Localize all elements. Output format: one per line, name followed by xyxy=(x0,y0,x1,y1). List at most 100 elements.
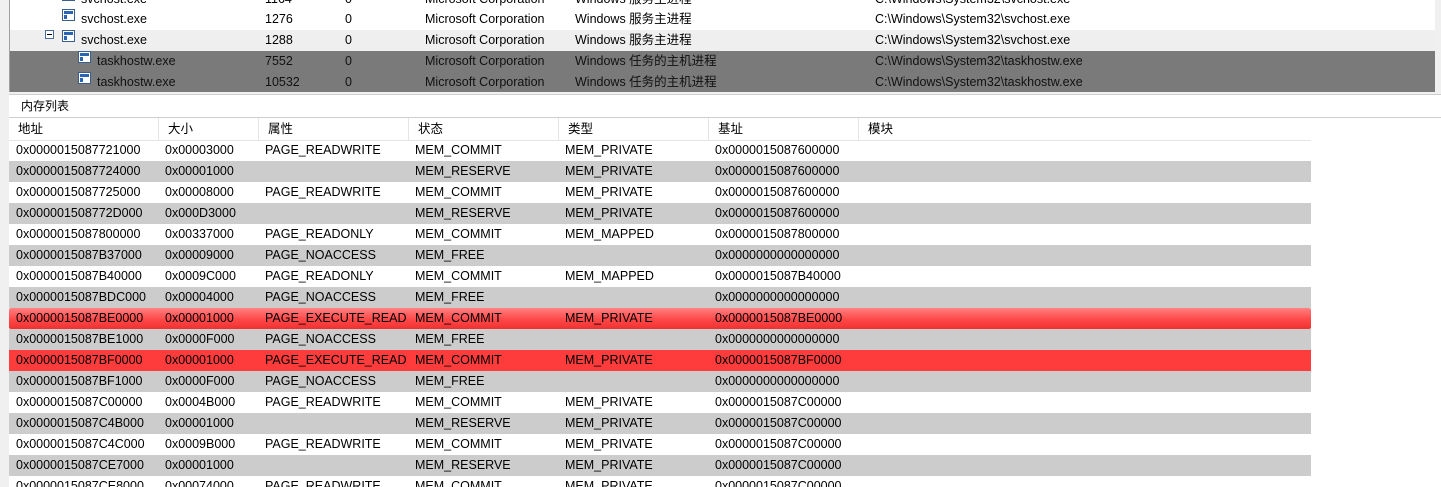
cell-address: 0x0000015087C4B000 xyxy=(16,416,144,430)
cell-state: MEM_RESERVE xyxy=(415,458,511,472)
cell-state: MEM_COMMIT xyxy=(415,353,502,367)
cell-base: 0x0000015087C00000 xyxy=(715,479,842,487)
column-header-module[interactable]: 模块 xyxy=(859,118,1311,140)
process-icon xyxy=(78,72,91,84)
cell-size: 0x00001000 xyxy=(165,353,234,367)
cell-address: 0x0000015087C4C000 xyxy=(16,437,145,451)
cell-base: 0x0000015087600000 xyxy=(715,143,840,157)
cell-address: 0x0000015087B37000 xyxy=(16,248,142,262)
cell-size: 0x0009B000 xyxy=(165,437,236,451)
process-company: Microsoft Corporation xyxy=(425,75,545,89)
table-row[interactable]: 0x0000015087C4C000 0x0009B000 PAGE_READWRI… xyxy=(9,434,1311,455)
process-description: Windows 服务主进程 xyxy=(575,33,692,47)
cell-base: 0x0000015087B40000 xyxy=(715,269,841,283)
process-row[interactable]: svchost.exe 1276 0 Microsoft Corporation… xyxy=(10,9,1441,30)
cell-protection: PAGE_NOACCESS xyxy=(265,290,376,304)
column-header-base[interactable]: 基址 xyxy=(709,118,859,140)
process-icon xyxy=(62,9,75,21)
cell-protection: PAGE_READWRITE xyxy=(265,437,381,451)
process-tree: svchost.exe 1164 0 Microsoft Corporation… xyxy=(9,0,1441,92)
table-row[interactable]: 0x0000015087C00000 0x0004B000 PAGE_READWRI… xyxy=(9,392,1311,413)
cell-state: MEM_COMMIT xyxy=(415,143,502,157)
table-row[interactable]: 0x0000015087CE7000 0x00001000 MEM_RESERVE M… xyxy=(9,455,1311,476)
cell-base: 0x0000015087BE0000 xyxy=(715,311,843,325)
cell-state: MEM_FREE xyxy=(415,332,485,346)
cell-size: 0x00001000 xyxy=(165,458,234,472)
cell-size: 0x00074000 xyxy=(165,479,234,487)
empty-area xyxy=(1311,118,1441,487)
table-row[interactable]: 0x0000015087BF1000 0x0000F000 PAGE_NOACCES… xyxy=(9,371,1311,392)
cell-address: 0x0000015087BDC000 xyxy=(16,290,146,304)
cell-protection: PAGE_EXECUTE_READ xyxy=(265,311,407,325)
cell-address: 0x0000015087BF1000 xyxy=(16,374,143,388)
memory-panel-title: 内存列表 xyxy=(21,99,70,113)
process-session: 0 xyxy=(345,75,352,89)
cell-size: 0x00009000 xyxy=(165,248,234,262)
column-header-size[interactable]: 大小 xyxy=(159,118,259,140)
process-session: 0 xyxy=(345,33,352,47)
cell-size: 0x00001000 xyxy=(165,164,234,178)
collapse-icon[interactable] xyxy=(45,30,54,39)
process-icon xyxy=(62,30,75,42)
cell-state: MEM_FREE xyxy=(415,248,485,262)
process-name: svchost.exe xyxy=(81,33,148,47)
cell-base: 0x0000000000000000 xyxy=(715,332,840,346)
table-row[interactable]: 0x0000015087BDC000 0x00004000 PAGE_NOACCES… xyxy=(9,287,1311,308)
vertical-scrollbar[interactable] xyxy=(1435,0,1441,92)
cell-state: MEM_RESERVE xyxy=(415,206,511,220)
column-header-type[interactable]: 类型 xyxy=(559,118,709,140)
cell-protection: PAGE_READONLY xyxy=(265,227,374,241)
process-name: taskhostw.exe xyxy=(97,75,176,89)
process-description: Windows 任务的主机进程 xyxy=(575,75,717,89)
cell-size: 0x00337000 xyxy=(165,227,234,241)
cell-type: MEM_PRIVATE xyxy=(565,143,653,157)
table-row[interactable]: 0x000001508772D000 0x000D3000 MEM_RESERVE M… xyxy=(9,203,1311,224)
cell-protection: PAGE_NOACCESS xyxy=(265,248,376,262)
cell-size: 0x00001000 xyxy=(165,311,234,325)
cell-protection: PAGE_READWRITE xyxy=(265,185,381,199)
cell-size: 0x00004000 xyxy=(165,290,234,304)
cell-address: 0x0000015087725000 xyxy=(16,185,141,199)
cell-type: MEM_PRIVATE xyxy=(565,311,653,325)
cell-size: 0x000D3000 xyxy=(165,206,236,220)
cell-size: 0x00008000 xyxy=(165,185,234,199)
cell-address: 0x0000015087BE0000 xyxy=(16,311,144,325)
memory-list: 地址 大小 属性 状态 类型 基址 模块 0x0000015087721000 0… xyxy=(9,118,1311,487)
process-icon xyxy=(78,51,91,63)
process-row[interactable]: svchost.exe 1288 0 Microsoft Corporation… xyxy=(10,30,1441,51)
process-pid: 10532 xyxy=(265,75,300,89)
cell-base: 0x0000015087BF0000 xyxy=(715,353,842,367)
cell-address: 0x0000015087B40000 xyxy=(16,269,142,283)
cell-size: 0x0004B000 xyxy=(165,395,236,409)
cell-type: MEM_PRIVATE xyxy=(565,164,653,178)
process-name: svchost.exe xyxy=(81,12,148,26)
cell-state: MEM_COMMIT xyxy=(415,227,502,241)
table-row[interactable]: 0x0000015087800000 0x00337000 PAGE_READONL… xyxy=(9,224,1311,245)
process-description: Windows 任务的主机进程 xyxy=(575,54,717,68)
table-row[interactable]: 0x0000015087724000 0x00001000 MEM_RESERVE M… xyxy=(9,161,1311,182)
column-header-address[interactable]: 地址 xyxy=(9,118,159,140)
process-row[interactable]: taskhostw.exe 7552 0 Microsoft Corporati… xyxy=(10,51,1441,72)
table-row[interactable]: 0x0000015087C4B000 0x00001000 MEM_RESERVE M… xyxy=(9,413,1311,434)
cell-state: MEM_FREE xyxy=(415,374,485,388)
process-path: C:\Windows\System32\taskhostw.exe xyxy=(875,75,1083,89)
table-row[interactable]: 0x0000015087BE0000 0x00001000 PAGE_EXECUTE… xyxy=(9,308,1311,329)
table-row[interactable]: 0x0000015087BE1000 0x0000F000 PAGE_NOACCES… xyxy=(9,329,1311,350)
column-header-protection[interactable]: 属性 xyxy=(259,118,409,140)
process-path: C:\Windows\System32\taskhostw.exe xyxy=(875,54,1083,68)
table-row[interactable]: 0x0000015087B40000 0x0009C000 PAGE_READONL… xyxy=(9,266,1311,287)
cell-base: 0x0000000000000000 xyxy=(715,248,840,262)
table-row[interactable]: 0x0000015087CE8000 0x00074000 PAGE_READWRI… xyxy=(9,476,1311,487)
table-row[interactable]: 0x0000015087B37000 0x00009000 PAGE_NOACCES… xyxy=(9,245,1311,266)
column-header-state[interactable]: 状态 xyxy=(409,118,559,140)
table-row[interactable]: 0x0000015087721000 0x00003000 PAGE_READWRI… xyxy=(9,140,1311,161)
cell-base: 0x0000000000000000 xyxy=(715,290,840,304)
process-description: Windows 服务主进程 xyxy=(575,12,692,26)
process-row[interactable]: taskhostw.exe 10532 0 Microsoft Corporat… xyxy=(10,72,1441,92)
cell-address: 0x0000015087721000 xyxy=(16,143,141,157)
table-row[interactable]: 0x0000015087BF0000 0x00001000 PAGE_EXECUTE… xyxy=(9,350,1311,371)
table-row[interactable]: 0x0000015087725000 0x00008000 PAGE_READWRI… xyxy=(9,182,1311,203)
cell-type: MEM_MAPPED xyxy=(565,269,654,283)
cell-protection: PAGE_EXECUTE_READ xyxy=(265,353,407,367)
cell-base: 0x0000015087600000 xyxy=(715,206,840,220)
